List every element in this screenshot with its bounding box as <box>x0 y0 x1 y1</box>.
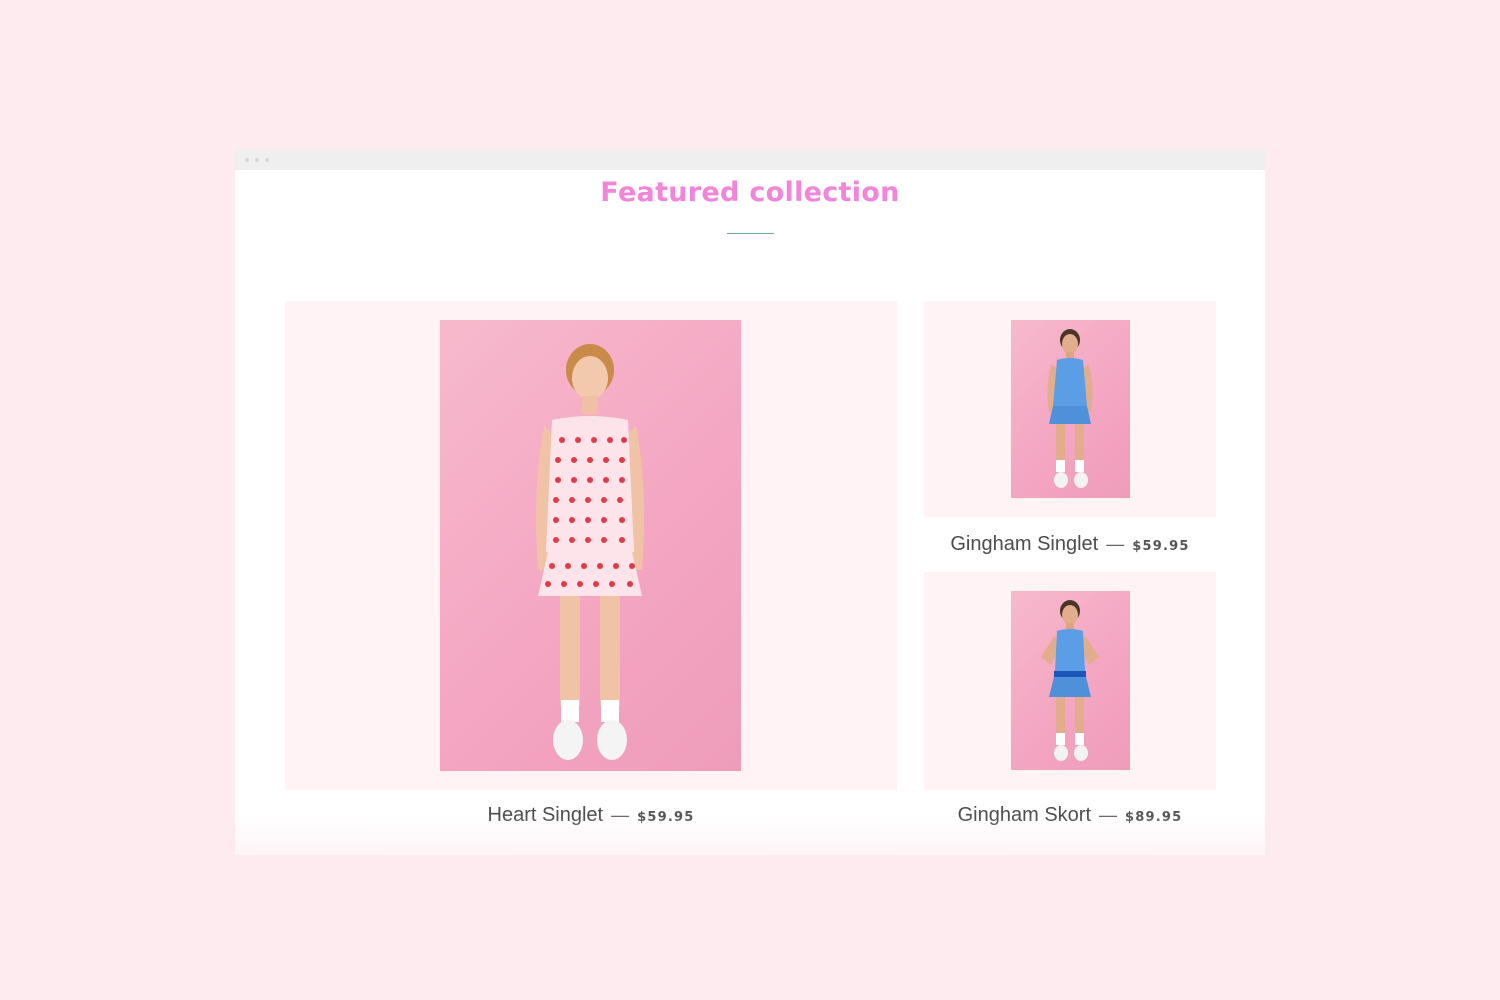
window-titlebar <box>235 149 1265 170</box>
product-card-heart-singlet[interactable] <box>285 301 897 790</box>
window-dot-icon[interactable] <box>265 158 269 162</box>
product-image[interactable] <box>1011 591 1130 770</box>
price-separator: — <box>1106 534 1125 554</box>
section-heading: Featured collection <box>600 177 900 208</box>
model-blue-skort-icon <box>1041 600 1099 761</box>
product-card-gingham-skort[interactable] <box>924 572 1216 790</box>
window-dot-icon[interactable] <box>255 158 259 162</box>
product-caption[interactable]: Gingham Singlet — $59.95 <box>924 533 1216 556</box>
heading-divider <box>727 233 774 234</box>
product-price: $59.95 <box>637 810 695 825</box>
product-image[interactable] <box>1011 320 1130 498</box>
model-blue-singlet-icon <box>1047 329 1093 488</box>
window-dot-icon[interactable] <box>245 158 249 162</box>
product-name[interactable]: Gingham Singlet <box>950 533 1098 555</box>
product-name[interactable]: Heart Singlet <box>488 804 604 826</box>
product-caption[interactable]: Gingham Skort — $89.95 <box>924 804 1216 827</box>
browser-window: Featured collection Heart Singlet — $59.… <box>235 149 1265 855</box>
product-price: $89.95 <box>1125 810 1183 825</box>
product-card-gingham-singlet[interactable] <box>924 301 1216 517</box>
model-heart-print-dress-icon <box>536 344 644 760</box>
price-separator: — <box>611 805 630 825</box>
product-name[interactable]: Gingham Skort <box>958 804 1091 826</box>
product-price: $59.95 <box>1132 539 1190 554</box>
product-image[interactable] <box>440 320 741 771</box>
product-caption[interactable]: Heart Singlet — $59.95 <box>285 804 897 827</box>
price-separator: — <box>1099 805 1117 825</box>
